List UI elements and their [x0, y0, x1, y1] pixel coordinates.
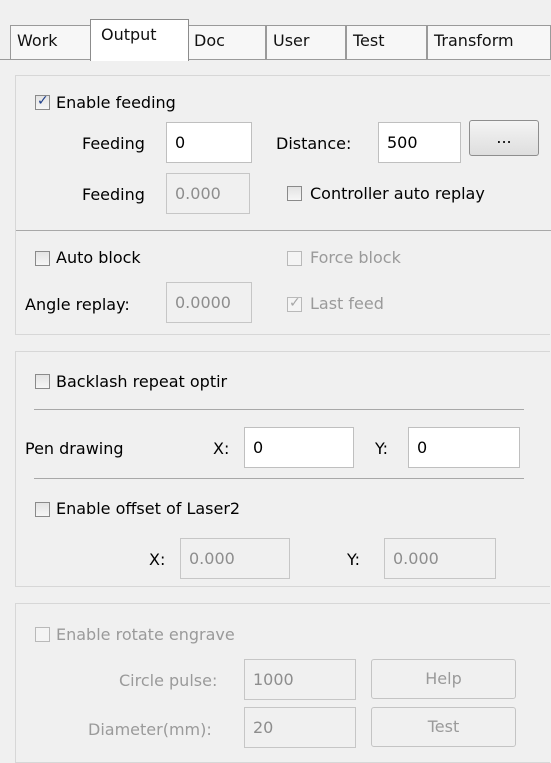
tab-label: Transform — [434, 31, 514, 50]
feeding-separator — [16, 230, 551, 231]
enable-feeding-checkbox[interactable]: ✓ — [35, 93, 50, 110]
rotate-engrave-label: Enable rotate engrave — [56, 625, 235, 644]
backlash-repeat-checkbox[interactable] — [35, 374, 50, 389]
circle-pulse-input[interactable]: 1000 — [244, 659, 356, 700]
distance-browse-button[interactable]: ... — [469, 120, 539, 156]
tab-label: Test — [353, 31, 385, 50]
feeding2-label: Feeding — [82, 185, 145, 204]
pen-y-label: Y: — [375, 439, 389, 458]
feeding2-input[interactable]: 0.000 — [166, 173, 250, 214]
checkmark-icon: ✓ — [289, 295, 301, 311]
tab-baseline — [0, 59, 551, 60]
tab-doc[interactable]: Doc — [187, 25, 266, 59]
diameter-label: Diameter(mm): — [88, 720, 212, 739]
force-block-label: Force block — [310, 248, 401, 267]
force-block-checkbox[interactable] — [287, 251, 302, 266]
distance-input[interactable]: 500 — [378, 122, 461, 163]
laser2-offset-checkbox[interactable] — [35, 502, 50, 517]
angle-replay-input[interactable]: 0.0000 — [166, 282, 252, 323]
auto-block-label: Auto block — [56, 248, 141, 267]
test-button[interactable]: Test — [371, 707, 516, 747]
laser2-x-label: X: — [149, 550, 166, 569]
enable-feeding-label: Enable feeding — [56, 93, 176, 112]
feeding-input[interactable]: 0 — [166, 122, 252, 163]
backlash-separator — [34, 409, 524, 410]
controller-auto-replay-checkbox[interactable] — [287, 186, 302, 201]
last-feed-checkbox[interactable]: ✓ — [287, 295, 302, 312]
tab-work[interactable]: Work — [10, 25, 93, 59]
tab-strip: Work Output Doc User Test Transform — [0, 0, 551, 70]
tab-label: Output — [101, 25, 157, 44]
laser2-offset-label: Enable offset of Laser2 — [56, 499, 241, 518]
tab-label: User — [273, 31, 310, 50]
tab-label: Work — [17, 31, 58, 50]
help-button[interactable]: Help — [371, 659, 516, 699]
last-feed-label: Last feed — [310, 294, 384, 313]
rotate-engrave-checkbox[interactable] — [35, 627, 50, 642]
pen-drawing-separator — [34, 478, 524, 479]
checkmark-icon: ✓ — [37, 93, 49, 109]
angle-replay-label: Angle replay: — [25, 295, 130, 314]
circle-pulse-label: Circle pulse: — [119, 671, 218, 690]
pen-drawing-label: Pen drawing — [25, 439, 124, 458]
tab-test[interactable]: Test — [346, 25, 427, 59]
distance-label: Distance: — [276, 134, 352, 153]
tab-user[interactable]: User — [266, 25, 346, 59]
backlash-repeat-label: Backlash repeat optir — [56, 372, 228, 391]
auto-block-checkbox[interactable] — [35, 251, 50, 266]
diameter-input[interactable]: 20 — [244, 707, 356, 748]
controller-auto-replay-label: Controller auto replay — [310, 184, 485, 203]
laser2-y-input[interactable]: 0.000 — [384, 538, 496, 579]
backlash-group: Backlash repeat optir Pen drawing X: 0 Y… — [15, 351, 550, 587]
pen-y-input[interactable]: 0 — [408, 427, 520, 468]
laser2-x-input[interactable]: 0.000 — [180, 538, 290, 579]
tab-label: Doc — [194, 31, 225, 50]
pen-x-label: X: — [213, 439, 230, 458]
feeding-label: Feeding — [82, 134, 145, 153]
tab-output[interactable]: Output — [90, 19, 189, 61]
feeding-group: ✓ Enable feeding Feeding 0 Distance: 500… — [15, 75, 551, 335]
laser2-y-label: Y: — [347, 550, 361, 569]
tab-transform[interactable]: Transform — [427, 25, 551, 59]
pen-x-input[interactable]: 0 — [244, 427, 354, 468]
rotate-group: Enable rotate engrave Circle pulse: 1000… — [15, 603, 550, 763]
